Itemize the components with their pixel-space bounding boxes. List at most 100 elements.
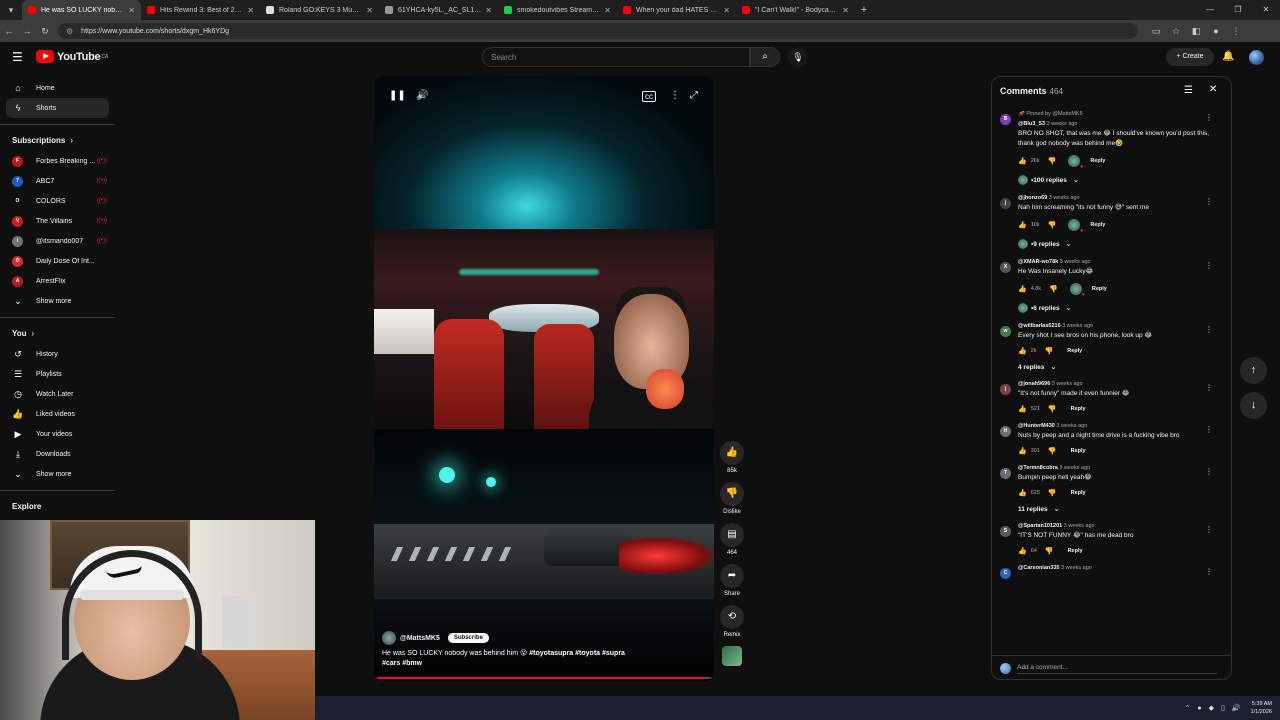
reply-button[interactable]: Reply [1090, 158, 1105, 164]
thumbs-up-icon[interactable]: 👍 [1018, 285, 1027, 293]
add-comment-bar[interactable]: Add a comment... [992, 655, 1231, 679]
sidebar-item-playlists[interactable]: ☰ Playlists [0, 364, 115, 384]
browser-menu-icon[interactable]: ⋮ [1226, 26, 1246, 37]
tab-close-icon[interactable]: ✕ [842, 6, 849, 15]
video-progress-bar[interactable] [376, 677, 712, 679]
sound-thumbnail[interactable] [718, 646, 746, 666]
search-button[interactable]: ⌕ [750, 47, 780, 67]
tray-app-icon[interactable]: ● [1197, 705, 1201, 712]
like-button[interactable]: 👍 85k [718, 441, 746, 474]
comments-button[interactable]: ▤ 464 [718, 523, 746, 556]
tab-close-icon[interactable]: ✕ [604, 6, 611, 15]
dislike-button[interactable]: 👎 Dislike [718, 482, 746, 515]
guide-menu-icon[interactable]: ☰ [12, 50, 23, 64]
create-button[interactable]: + Create [1166, 48, 1214, 66]
tab-close-icon[interactable]: ✕ [128, 6, 135, 15]
comment-menu-icon[interactable]: ⋮ [1205, 525, 1213, 534]
previous-short-button[interactable]: ↑ [1240, 357, 1267, 384]
comment-menu-icon[interactable]: ⋮ [1205, 197, 1213, 206]
view-replies-button[interactable]: • 100 replies ⌄ [1018, 175, 1231, 185]
sort-icon[interactable]: ☰ [1184, 85, 1193, 96]
thumbs-down-icon[interactable]: 👎 [1048, 405, 1057, 413]
sidebar-subscriptions-header[interactable]: Subscriptions › [0, 129, 115, 151]
thumbs-down-icon[interactable]: 👎 [1048, 447, 1057, 455]
comment-author[interactable]: @willbarlas6216 [1018, 323, 1061, 329]
commenter-avatar[interactable]: B [1000, 114, 1011, 125]
comment-author[interactable]: @HunterM430 [1018, 423, 1055, 429]
sidebar-item-liked-videos[interactable]: 👍 Liked videos [0, 404, 115, 424]
sidebar-subscription-item[interactable]: A ArrestFlix [0, 271, 115, 291]
thumbs-up-icon[interactable]: 👍 [1018, 405, 1027, 413]
captions-icon[interactable]: cc [642, 91, 656, 102]
taskbar-clock[interactable]: 5:39 AM 1/1/2026 [1251, 700, 1272, 716]
commenter-avatar[interactable]: w [1000, 326, 1011, 337]
thumbs-up-icon[interactable]: 👍 [1018, 447, 1027, 455]
network-icon[interactable]: ▯ [1221, 704, 1225, 712]
back-button[interactable]: ← [0, 26, 18, 36]
thumbs-up-icon[interactable]: 👍 [1018, 221, 1027, 229]
reload-button[interactable]: ↻ [36, 26, 54, 37]
thumbs-up-icon[interactable]: 👍 [1018, 489, 1027, 497]
thumbs-down-icon[interactable]: 👎 [1049, 285, 1058, 293]
thumbs-down-icon[interactable]: 👎 [1048, 489, 1057, 497]
commenter-avatar[interactable]: X [1000, 262, 1011, 273]
comment-menu-icon[interactable]: ⋮ [1205, 325, 1213, 334]
volume-icon[interactable]: 🔊 [1232, 704, 1241, 712]
sidebar-item-watch-later[interactable]: ◷ Watch Later [0, 384, 115, 404]
extensions-icon[interactable]: ◧ [1186, 26, 1206, 37]
tray-expand-icon[interactable]: ⌃ [1185, 704, 1191, 712]
browser-tab[interactable]: When your dad HATES cats ✕ [617, 0, 736, 20]
more-options-icon[interactable]: ⋮ [670, 90, 680, 101]
commenter-avatar[interactable]: j [1000, 384, 1011, 395]
sidebar-subscription-item[interactable]: 7 ABC7 ((•)) [0, 171, 115, 191]
thumbs-up-icon[interactable]: 👍 [1018, 547, 1027, 555]
browser-tab[interactable]: Hits Rewind 3: Best of 2010's H ✕ [141, 0, 260, 20]
comment-author[interactable]: @Carsonian335 [1018, 565, 1059, 571]
view-replies-button[interactable]: 4 replies ⌄ [1018, 363, 1231, 372]
thumbs-up-icon[interactable]: 👍 [1018, 157, 1027, 165]
bookmark-star-icon[interactable]: ☆ [1166, 26, 1186, 37]
comment-author[interactable]: @Spartan101201 [1018, 523, 1062, 529]
search-input[interactable]: Search [482, 47, 750, 67]
reply-button[interactable]: Reply [1092, 286, 1107, 292]
tab-close-icon[interactable]: ✕ [366, 6, 373, 15]
comment-author[interactable]: @XMAR-wo78k [1018, 259, 1058, 265]
voice-search-button[interactable]: 🎙 [788, 47, 808, 67]
profile-icon[interactable]: ● [1206, 26, 1226, 37]
commenter-avatar[interactable]: C [1000, 568, 1011, 579]
sidebar-show-more-you[interactable]: ⌄ Show more [0, 464, 115, 484]
address-bar[interactable]: ⚙ https://www.youtube.com/shorts/dxgm_Hk… [58, 23, 1138, 39]
thumbs-down-icon[interactable]: 👎 [1048, 221, 1057, 229]
comment-menu-icon[interactable]: ⋮ [1205, 383, 1213, 392]
browser-tab[interactable]: smokedoutvibes Stream - Watc ✕ [498, 0, 617, 20]
commenter-avatar[interactable]: S [1000, 526, 1011, 537]
tab-close-icon[interactable]: ✕ [723, 6, 730, 15]
view-replies-button[interactable]: 11 replies ⌄ [1018, 505, 1231, 514]
forward-button[interactable]: → [18, 26, 36, 36]
youtube-logo[interactable]: YouTube CA [36, 50, 108, 63]
view-replies-button[interactable]: • 6 replies ⌄ [1018, 303, 1231, 313]
close-window-button[interactable]: ✕ [1252, 0, 1280, 20]
new-tab-button[interactable]: + [855, 4, 873, 16]
sidebar-subscription-item[interactable]: D Daily Dose Of Int... [0, 251, 115, 271]
site-info-icon[interactable]: ⚙ [66, 27, 73, 36]
tab-close-icon[interactable]: ✕ [485, 6, 492, 15]
remix-button[interactable]: ⟲ Remix [718, 605, 746, 638]
browser-tab[interactable]: He was SO LUCKY nobody ✕ [22, 0, 141, 20]
cast-icon[interactable]: ▭ [1146, 26, 1166, 37]
browser-tab[interactable]: 61YHCA-ky5L._AC_SL1500_.jpg ✕ [379, 0, 498, 20]
tab-search-icon[interactable]: ▾ [0, 0, 22, 20]
comment-menu-icon[interactable]: ⋮ [1205, 425, 1213, 434]
comment-author[interactable]: @Blu3_S3 [1018, 121, 1045, 127]
sidebar-subscription-item[interactable]: V The Villains ((•)) [0, 211, 115, 231]
comment-author[interactable]: @jhonzo69 [1018, 195, 1047, 201]
pause-icon[interactable]: ❚❚ [389, 90, 406, 101]
reply-button[interactable]: Reply [1071, 406, 1086, 412]
sidebar-show-more-subscriptions[interactable]: ⌄ Show more [0, 291, 115, 311]
next-short-button[interactable]: ↓ [1240, 392, 1267, 419]
tab-close-icon[interactable]: ✕ [247, 6, 254, 15]
thumbs-up-icon[interactable]: 👍 [1018, 347, 1027, 355]
tray-app-icon[interactable]: ◆ [1209, 704, 1214, 712]
notifications-bell-icon[interactable]: 🔔 [1222, 51, 1234, 62]
reply-button[interactable]: Reply [1071, 490, 1086, 496]
